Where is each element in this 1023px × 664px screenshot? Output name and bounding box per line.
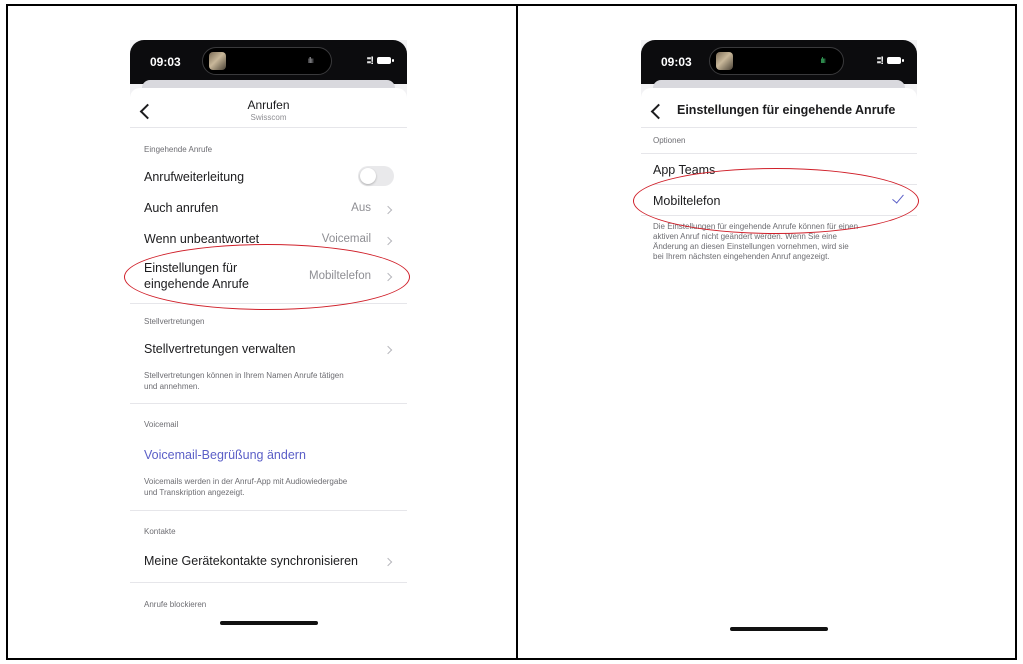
now-playing-artwork [209,52,226,70]
section-options: Optionen [653,136,686,145]
also-ring-value: Aus [351,202,371,214]
options-note-line4: bei Ihrem nächsten eingehenden Anruf ang… [653,252,830,261]
chevron-right-icon [383,236,393,246]
dynamic-island[interactable]: ıllıı [202,47,332,75]
options-note-line2: aktiven Anruf nicht geändert werden. Wen… [653,232,837,241]
also-ring-label[interactable]: Auch anrufen [144,201,218,215]
header-divider [641,127,917,128]
signal-icon: ∶∶! [366,55,374,67]
right-phone-screen: 09:03 ılıı ∶∶! Einstellungen für eingehe… [641,40,917,638]
annotation-ellipse [633,168,919,234]
signal-icon: ∶∶! [876,55,884,67]
forwarding-toggle[interactable] [358,166,394,186]
section-divider [130,582,407,583]
battery-icon [887,57,904,64]
voicemail-note-line2: und Transkription angezeigt. [144,488,245,497]
page-title: Einstellungen für eingehende Anrufe [677,103,896,117]
left-phone-screen: 09:03 ıllıı ∶∶! Anrufen Swisscom Eingehe… [130,40,407,638]
sync-contacts-label[interactable]: Meine Gerätekontakte synchronisieren [144,554,358,568]
chevron-right-icon [383,205,393,215]
status-bar: 09:03 ıllıı ∶∶! [130,40,407,84]
options-note-line3: Änderung an diesen Einstellungen vornehm… [653,242,849,251]
manage-delegates-label[interactable]: Stellvertretungen verwalten [144,342,295,356]
section-voicemail: Voicemail [144,420,179,429]
home-indicator[interactable] [730,627,828,631]
delegates-note-line1: Stellvertretungen können in Ihrem Namen … [144,371,344,380]
delegates-note-line2: und annehmen. [144,382,200,391]
status-bar: 09:03 ılıı ∶∶! [641,40,917,84]
dynamic-island[interactable]: ılıı [709,47,844,75]
battery-icon [377,57,394,64]
chevron-right-icon [383,345,393,355]
section-delegates: Stellvertretungen [144,317,205,326]
section-divider [130,510,407,511]
section-divider [130,403,407,404]
section-incoming-calls: Eingehende Anrufe [144,145,213,154]
chevron-right-icon [383,557,393,567]
forwarding-label: Anrufweiterleitung [144,170,245,184]
section-divider [641,153,917,154]
status-time: 09:03 [150,55,181,69]
toggle-knob [360,168,376,184]
unanswered-value: Voicemail [321,233,371,245]
page-subtitle: Swisscom [250,113,287,122]
audio-waveform-icon: ılıı [820,56,827,65]
section-contacts: Kontakte [144,527,176,536]
status-time: 09:03 [661,55,692,69]
voicemail-note-line1: Voicemails werden in der Anruf-App mit A… [144,477,348,486]
now-playing-artwork [716,52,733,70]
page-title: Anrufen [247,98,290,112]
home-indicator[interactable] [220,621,318,625]
audio-waveform-icon: ıllıı [307,56,314,65]
header-divider [130,127,407,128]
back-chevron-icon[interactable] [650,103,667,120]
panel-divider [516,4,518,660]
settings-sheet: Anrufen Swisscom Eingehende Anrufe Anruf… [130,88,407,638]
voicemail-greeting-link[interactable]: Voicemail-Begrüßung ändern [144,448,306,462]
annotation-ellipse [124,244,410,310]
section-block-calls: Anrufe blockieren [144,600,207,609]
